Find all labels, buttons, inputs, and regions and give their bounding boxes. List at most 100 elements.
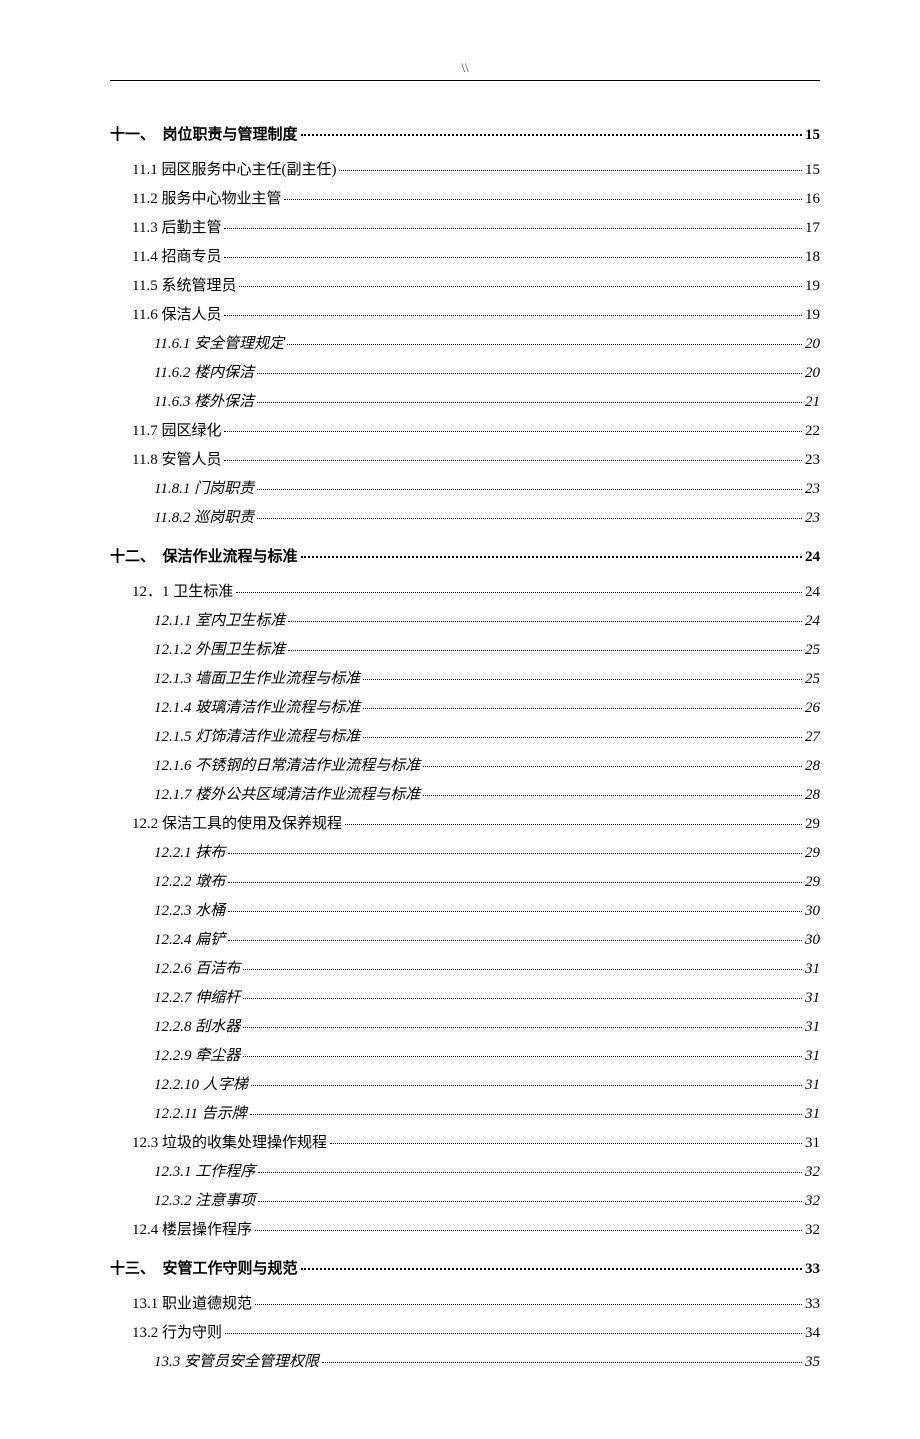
toc-leader-dots <box>224 315 802 316</box>
toc-entry: 13.1 职业道德规范33 <box>110 1292 820 1313</box>
toc-label: 12.2.6 百洁布 <box>154 957 240 978</box>
toc-page-number: 19 <box>805 307 820 324</box>
toc-page-number: 24 <box>805 549 820 566</box>
toc-page-number: 27 <box>805 729 820 746</box>
toc-leader-dots <box>224 460 802 461</box>
toc-label: 11.5 系统管理员 <box>132 274 236 295</box>
toc-leader-dots <box>224 431 802 432</box>
toc-entry: 13.2 行为守则34 <box>110 1321 820 1342</box>
toc-entry: 十三、 安管工作守则与规范33 <box>110 1257 820 1278</box>
toc-label: 12.2.9 牵尘器 <box>154 1044 240 1065</box>
toc-leader-dots <box>255 1304 802 1305</box>
toc-leader-dots <box>423 766 802 767</box>
toc-page-number: 28 <box>805 758 820 775</box>
toc-label: 11.3 后勤主管 <box>132 216 221 237</box>
toc-label: 11.1 园区服务中心主任(副主任) <box>132 158 336 179</box>
toc-entry: 12.1.3 墙面卫生作业流程与标准 25 <box>110 667 820 688</box>
toc-leader-dots <box>224 228 802 229</box>
toc-page-number: 32 <box>805 1222 820 1239</box>
toc-leader-dots <box>363 679 802 680</box>
toc-entry: 11.8 安管人员 23 <box>110 448 820 469</box>
toc-leader-dots <box>288 621 802 622</box>
toc-entry: 11.8.1 门岗职责23 <box>110 477 820 498</box>
toc-page-number: 20 <box>805 336 820 353</box>
toc-label: 12.4 楼层操作程序 <box>132 1218 252 1239</box>
toc-page-number: 31 <box>805 1077 820 1094</box>
toc-entry: 11.5 系统管理员 19 <box>110 274 820 295</box>
toc-leader-dots <box>228 882 802 883</box>
toc-entry: 11.6.2 楼内保洁20 <box>110 361 820 382</box>
toc-page-number: 31 <box>805 961 820 978</box>
toc-page-number: 26 <box>805 700 820 717</box>
toc-label: 11.6.1 安全管理规定 <box>154 332 284 353</box>
document-page: \\ 十一、 岗位职责与管理制度1511.1 园区服务中心主任(副主任)1511… <box>0 0 920 1439</box>
toc-page-number: 23 <box>805 452 820 469</box>
toc-page-number: 23 <box>805 510 820 527</box>
toc-leader-dots <box>243 1056 802 1057</box>
table-of-contents: 十一、 岗位职责与管理制度 15 11.1 园区服务中心主任(副主任) 15 11.2 … <box>110 123 820 1371</box>
toc-label: 十一、 岗位职责与管理制度 <box>110 123 298 144</box>
toc-leader-dots <box>228 911 802 912</box>
toc-leader-dots <box>236 592 802 593</box>
toc-page-number: 15 <box>805 127 820 144</box>
toc-leader-dots <box>255 1230 802 1231</box>
toc-leader-dots <box>301 1268 802 1270</box>
toc-page-number: 22 <box>805 423 820 440</box>
toc-leader-dots <box>239 286 802 287</box>
toc-label: 13.1 职业道德规范 <box>132 1292 252 1313</box>
toc-leader-dots <box>228 940 802 941</box>
toc-entry: 十二、 保洁作业流程与标准 24 <box>110 545 820 566</box>
toc-entry: 11.6.1 安全管理规定 20 <box>110 332 820 353</box>
toc-entry: 12.1.2 外围卫生标准 25 <box>110 638 820 659</box>
toc-label: 12.3.1 工作程序 <box>154 1160 255 1181</box>
toc-entry: 十一、 岗位职责与管理制度 15 <box>110 123 820 144</box>
toc-page-number: 30 <box>805 903 820 920</box>
toc-label: 11.6.3 楼外保洁 <box>154 390 254 411</box>
toc-leader-dots <box>225 1333 802 1334</box>
toc-entry: 12.2.6 百洁布 31 <box>110 957 820 978</box>
toc-entry: 12.2.11 告示牌31 <box>110 1102 820 1123</box>
toc-page-number: 19 <box>805 278 820 295</box>
toc-label: 12.1.7 楼外公共区域清洁作业流程与标准 <box>154 783 420 804</box>
toc-page-number: 29 <box>805 874 820 891</box>
toc-entry: 11.3 后勤主管17 <box>110 216 820 237</box>
toc-label: 12.1.5 灯饰清洁作业流程与标准 <box>154 725 360 746</box>
toc-page-number: 25 <box>805 642 820 659</box>
toc-label: 12.1.4 玻璃清洁作业流程与标准 <box>154 696 360 717</box>
toc-label: 12.2 保洁工具的使用及保养规程 <box>132 812 342 833</box>
toc-label: 11.7 园区绿化 <box>132 419 221 440</box>
toc-label: 11.2 服务中心物业主管 <box>132 187 281 208</box>
toc-leader-dots <box>257 402 802 403</box>
toc-label: 12.2.11 告示牌 <box>154 1102 247 1123</box>
toc-label: 十二、 保洁作业流程与标准 <box>110 545 298 566</box>
toc-page-number: 33 <box>805 1261 820 1278</box>
toc-leader-dots <box>345 824 802 825</box>
toc-entry: 13.3 安管员安全管理权限35 <box>110 1350 820 1371</box>
toc-entry: 12.1.7 楼外公共区域清洁作业流程与标准28 <box>110 783 820 804</box>
toc-page-number: 31 <box>805 1135 820 1152</box>
toc-entry: 12.2.1 抹布29 <box>110 841 820 862</box>
toc-label: 12.1.3 墙面卫生作业流程与标准 <box>154 667 360 688</box>
toc-leader-dots <box>363 708 802 709</box>
toc-leader-dots <box>284 199 802 200</box>
toc-label: 11.8 安管人员 <box>132 448 221 469</box>
toc-leader-dots <box>339 170 802 171</box>
toc-entry: 12.2 保洁工具的使用及保养规程 29 <box>110 812 820 833</box>
toc-leader-dots <box>258 1172 802 1173</box>
toc-label: 12.3.2 注意事项 <box>154 1189 255 1210</box>
toc-label: 11.6 保洁人员 <box>132 303 221 324</box>
toc-leader-dots <box>363 737 802 738</box>
toc-page-number: 25 <box>805 671 820 688</box>
toc-label: 12.1.2 外围卫生标准 <box>154 638 285 659</box>
toc-leader-dots <box>258 1201 802 1202</box>
toc-entry: 11.4 招商专员18 <box>110 245 820 266</box>
toc-label: 11.4 招商专员 <box>132 245 221 266</box>
toc-entry: 11.6.3 楼外保洁21 <box>110 390 820 411</box>
toc-page-number: 29 <box>805 816 820 833</box>
toc-label: 12.2.7 伸缩杆 <box>154 986 240 1007</box>
toc-entry: 12.2.4 扁铲30 <box>110 928 820 949</box>
toc-label: 11.8.2 巡岗职责 <box>154 506 254 527</box>
toc-entry: 12.3 垃圾的收集处理操作规程31 <box>110 1131 820 1152</box>
toc-entry: 12．1 卫生标准24 <box>110 580 820 601</box>
toc-entry: 11.7 园区绿化 22 <box>110 419 820 440</box>
